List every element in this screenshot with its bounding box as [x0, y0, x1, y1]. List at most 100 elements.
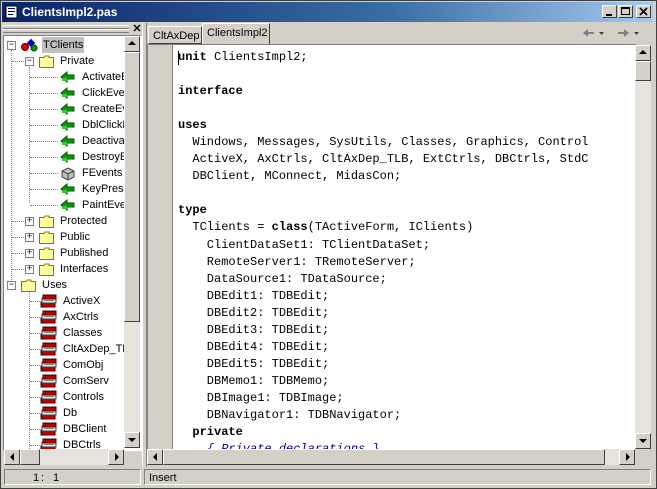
tree-node-unit[interactable]: Db: [4, 405, 124, 421]
tree-node-member[interactable]: DblClickE: [4, 117, 130, 133]
tree-horizontal-scrollbar[interactable]: [4, 449, 124, 465]
code-line[interactable]: DBMemo1: TDBMemo;: [178, 373, 588, 390]
code-text[interactable]: unit ClientsImpl2; interface uses Window…: [178, 49, 588, 450]
tree-label: CreateEv: [82, 103, 128, 115]
code-line[interactable]: unit ClientsImpl2;: [178, 49, 588, 66]
expand-toggle[interactable]: +: [25, 217, 34, 226]
tree-node-member[interactable]: Deactiva: [4, 133, 125, 149]
tree-node-unit[interactable]: ComObj: [4, 357, 124, 373]
collapse-toggle[interactable]: −: [7, 41, 16, 50]
code-line[interactable]: DBNavigator1: TDBNavigator;: [178, 407, 588, 424]
editor-scroll-down-button[interactable]: [635, 433, 651, 449]
editor-gutter[interactable]: [148, 45, 173, 450]
nav-forward-dropdown[interactable]: [634, 28, 640, 41]
code-explorer-tree[interactable]: − TClients − Private ActivateE ClickEven Creat…: [3, 35, 142, 451]
code-line[interactable]: type: [178, 202, 588, 219]
tree-node-folder[interactable]: + Protected: [4, 213, 124, 229]
editor-horizontal-scrollbar[interactable]: [147, 449, 635, 465]
tree-node-unit[interactable]: ComServ: [4, 373, 124, 389]
code-line[interactable]: DataSource1: TDataSource;: [178, 271, 588, 288]
close-button[interactable]: [636, 5, 651, 18]
status-separator: :: [41, 472, 45, 484]
minimize-button[interactable]: [602, 5, 617, 18]
tree-hscroll-thumb[interactable]: [20, 449, 40, 465]
tree-node-member[interactable]: KeyPress: [4, 181, 129, 197]
expand-toggle[interactable]: +: [25, 233, 34, 242]
tree-node-unit[interactable]: DBClient: [4, 421, 124, 437]
code-line[interactable]: DBEdit4: TDBEdit;: [178, 339, 588, 356]
code-line[interactable]: DBEdit1: TDBEdit;: [178, 288, 588, 305]
code-line[interactable]: [178, 66, 588, 83]
tree-label: KeyPress: [82, 183, 130, 195]
explorer-close-icon[interactable]: [133, 24, 141, 32]
keyword: uses: [178, 118, 207, 133]
tree-scroll-thumb[interactable]: [124, 52, 140, 322]
code-text-segment: ClientsImpl2;: [206, 50, 308, 64]
tab-clientsimpl2[interactable]: ClientsImpl2: [202, 23, 270, 44]
expand-toggle[interactable]: +: [25, 265, 34, 274]
code-line[interactable]: [178, 185, 588, 202]
explorer-grip[interactable]: [3, 24, 143, 33]
code-text-segment: (TActiveForm, IClients): [307, 220, 474, 235]
editor-vertical-scrollbar[interactable]: [635, 45, 651, 449]
nav-forward-button[interactable]: [616, 28, 630, 41]
editor-scroll-left-button[interactable]: [147, 449, 163, 465]
code-line[interactable]: DBClient, MConnect, MidasCon;: [178, 168, 588, 185]
code-line[interactable]: DBEdit2: TDBEdit;: [178, 305, 588, 322]
nav-back-dropdown[interactable]: [599, 28, 605, 41]
tree-node-member[interactable]: CreateEv: [4, 101, 128, 117]
chevron-down-icon: [599, 32, 604, 35]
status-mode-label: Insert: [149, 472, 177, 484]
code-line[interactable]: DBImage1: TDBImage;: [178, 390, 588, 407]
keyword: interface: [178, 84, 243, 99]
code-line[interactable]: Windows, Messages, SysUtils, Classes, Gr…: [178, 134, 588, 151]
code-line[interactable]: ActiveX, AxCtrls, CltAxDep_TLB, ExtCtrls…: [178, 151, 588, 168]
code-line[interactable]: ClientDataSet1: TClientDataSet;: [178, 237, 588, 254]
tree-node-folder[interactable]: + Published: [4, 245, 124, 261]
tree-label: DestroyE: [82, 151, 128, 163]
title-bar[interactable]: ClientsImpl2.pas: [2, 2, 653, 22]
editor-hscroll-thumb[interactable]: [163, 449, 605, 465]
tree-node-unit[interactable]: Classes: [4, 325, 124, 341]
tree-node-unit[interactable]: Controls: [4, 389, 124, 405]
tree-node-unit[interactable]: AxCtrls: [4, 309, 124, 325]
tree-scroll-right-button[interactable]: [108, 449, 124, 465]
editor-scroll-up-button[interactable]: [635, 45, 651, 61]
collapse-toggle[interactable]: −: [7, 281, 16, 290]
code-line[interactable]: TClients = class(TActiveForm, IClients): [178, 219, 588, 236]
tree-node-member[interactable]: ClickEven: [4, 85, 131, 101]
code-line[interactable]: interface: [178, 83, 588, 100]
expand-toggle[interactable]: +: [25, 249, 34, 258]
maximize-button[interactable]: [618, 5, 633, 18]
code-text-segment: DBEdit1: TDBEdit;: [178, 288, 330, 303]
tree-vertical-scrollbar[interactable]: [124, 36, 140, 448]
code-editor[interactable]: unit ClientsImpl2; interface uses Window…: [147, 44, 637, 451]
tree-node-unit[interactable]: ActiveX: [4, 293, 124, 309]
tree-scroll-left-button[interactable]: [4, 449, 20, 465]
code-line[interactable]: uses: [178, 117, 588, 134]
editor-scroll-right-button[interactable]: [619, 449, 635, 465]
tree-node-folder[interactable]: + Public: [4, 229, 124, 245]
code-line[interactable]: [178, 100, 588, 117]
tree-node-member[interactable]: PaintEve: [4, 197, 127, 213]
code-line[interactable]: private: [178, 424, 588, 441]
tree-scroll-down-button[interactable]: [124, 432, 140, 448]
tree-node-root[interactable]: − TClients: [4, 37, 124, 53]
tree-node-member[interactable]: ActivateE: [4, 69, 128, 85]
code-line[interactable]: DBEdit3: TDBEdit;: [178, 322, 588, 339]
code-line[interactable]: DBEdit5: TDBEdit;: [178, 356, 588, 373]
tab-cltaxdep[interactable]: CltAxDep: [148, 26, 202, 44]
tree-node-unit[interactable]: CltAxDep_TL: [4, 341, 128, 357]
tree-node-folder[interactable]: + Interfaces: [4, 261, 124, 277]
tree-label: PaintEve: [82, 199, 127, 211]
collapse-toggle[interactable]: −: [25, 57, 34, 66]
tree-scroll-up-button[interactable]: [124, 36, 140, 52]
tree-node-member[interactable]: FEvents: [4, 165, 124, 181]
tree-label: ActivateE: [82, 71, 129, 83]
editor-scroll-thumb[interactable]: [635, 61, 651, 81]
tree-node-member[interactable]: DestroyE: [4, 149, 127, 165]
code-line[interactable]: RemoteServer1: TRemoteServer;: [178, 254, 588, 271]
tree-node-private[interactable]: − Private: [4, 53, 124, 69]
nav-back-button[interactable]: [582, 28, 596, 41]
tree-node-uses[interactable]: − Uses: [4, 277, 124, 293]
